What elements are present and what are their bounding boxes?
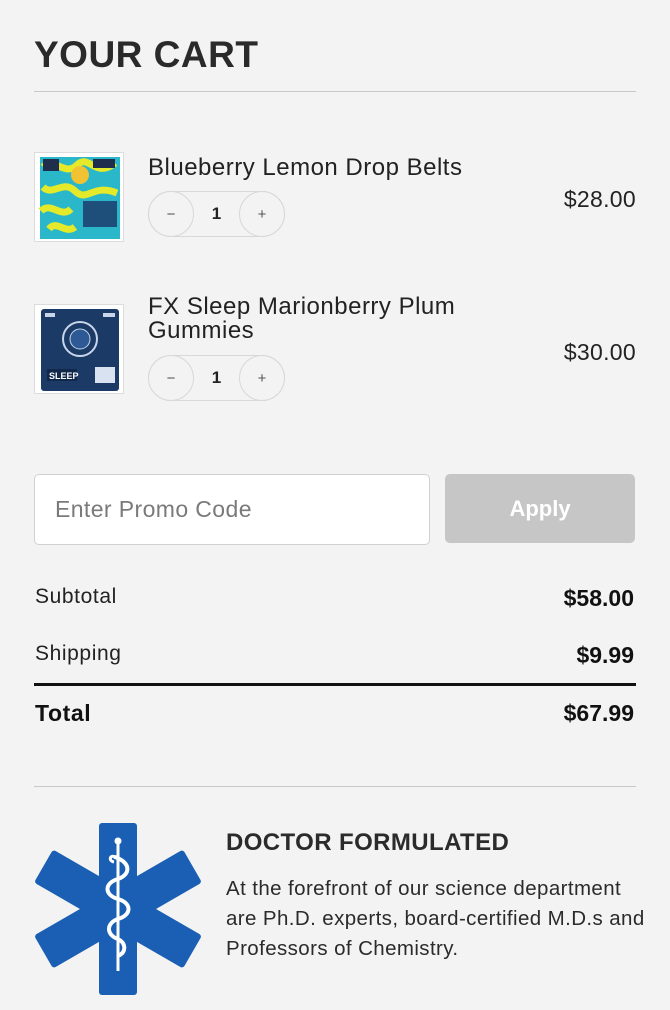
apply-promo-button[interactable]: Apply — [445, 474, 635, 543]
product-image[interactable]: SLEEP — [34, 304, 124, 394]
product-image[interactable] — [34, 152, 124, 242]
subtotal-value: $58.00 — [563, 585, 634, 611]
promo-code-input[interactable] — [34, 474, 430, 545]
feature-title: DOCTOR FORMULATED — [226, 829, 510, 856]
quantity-value: 1 — [211, 204, 222, 223]
quantity-stepper: − 1 + — [148, 355, 285, 401]
quantity-stepper: − 1 + — [148, 191, 285, 237]
increase-quantity-button[interactable]: + — [239, 355, 285, 401]
quantity-value: 1 — [211, 368, 222, 387]
divider — [34, 91, 636, 92]
total-label: Total — [35, 700, 92, 726]
divider — [34, 786, 636, 787]
package-label: SLEEP — [49, 371, 79, 381]
blueberry-lemon-drop-belts-package-thumbnail — [35, 153, 123, 241]
product-name[interactable]: Blueberry Lemon Drop Belts — [148, 156, 462, 180]
decrease-quantity-button[interactable]: − — [148, 355, 194, 401]
star-of-life-medical-icon — [35, 823, 201, 995]
shipping-value: $9.99 — [576, 642, 634, 668]
item-price: $30.00 — [563, 339, 636, 365]
cart-item: SLEEP FX Sleep Marionberry Plum Gummies … — [34, 293, 636, 403]
cart-item: Blueberry Lemon Drop Belts − 1 + $28.00 — [34, 152, 636, 242]
fx-sleep-gummies-package-thumbnail: SLEEP — [35, 305, 123, 393]
shipping-label: Shipping — [35, 642, 122, 665]
item-price: $28.00 — [563, 186, 636, 212]
decrease-quantity-button[interactable]: − — [148, 191, 194, 237]
feature-description: At the forefront of our science departme… — [226, 877, 645, 960]
page-title: YOUR CART — [34, 34, 259, 75]
product-name[interactable]: FX Sleep Marionberry Plum Gummies — [148, 295, 508, 343]
total-divider — [34, 683, 636, 686]
subtotal-label: Subtotal — [35, 585, 117, 608]
total-value: $67.99 — [563, 700, 634, 726]
increase-quantity-button[interactable]: + — [239, 191, 285, 237]
